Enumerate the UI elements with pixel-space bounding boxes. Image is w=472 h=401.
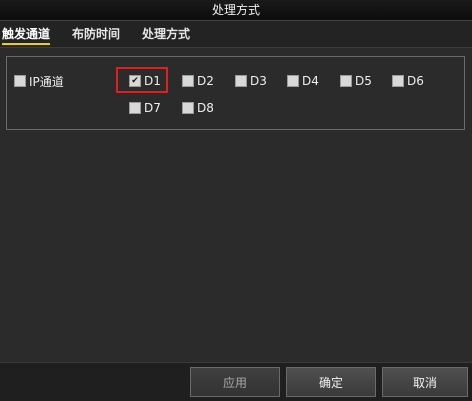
checkbox-box [129, 102, 141, 114]
channel-label: D3 [250, 74, 267, 88]
tab-linkage-method[interactable]: 处理方式 [142, 21, 190, 47]
ip-channel-label: IP通道 [29, 74, 64, 89]
tab-trigger-channel[interactable]: 触发通道 [2, 21, 51, 47]
window-title: 处理方式 [0, 0, 472, 21]
checkbox-box [182, 102, 194, 114]
channel-label: D4 [302, 74, 319, 88]
checkbox-box [14, 75, 26, 87]
apply-button[interactable]: 应用 [190, 367, 280, 397]
checkbox-box [235, 75, 247, 87]
ok-button[interactable]: 确定 [286, 367, 376, 397]
channel-checkbox-d2[interactable]: D2 [182, 73, 214, 89]
tab-arming-schedule[interactable]: 布防时间 [72, 21, 120, 47]
channel-checkbox-d8[interactable]: D8 [182, 100, 214, 116]
selection-highlight [116, 67, 168, 93]
checkbox-box [340, 75, 352, 87]
channel-checkbox-d4[interactable]: D4 [287, 73, 319, 89]
channel-group-box [6, 56, 465, 130]
channel-checkbox-d7[interactable]: D7 [129, 100, 161, 116]
channel-label: D6 [407, 74, 424, 88]
channel-checkbox-d6[interactable]: D6 [392, 73, 424, 89]
channel-checkbox-d5[interactable]: D5 [340, 73, 372, 89]
channel-label: D2 [197, 74, 214, 88]
channel-checkbox-d3[interactable]: D3 [235, 73, 267, 89]
ip-channel-checkbox[interactable]: IP通道 [14, 73, 64, 89]
cancel-button[interactable]: 取消 [382, 367, 468, 397]
channel-label: D8 [197, 101, 214, 115]
checkbox-box [392, 75, 404, 87]
tab-bar: 触发通道 布防时间 处理方式 [0, 21, 472, 48]
checkbox-box [182, 75, 194, 87]
channel-label: D7 [144, 101, 161, 115]
checkbox-box [287, 75, 299, 87]
channel-label: D5 [355, 74, 372, 88]
